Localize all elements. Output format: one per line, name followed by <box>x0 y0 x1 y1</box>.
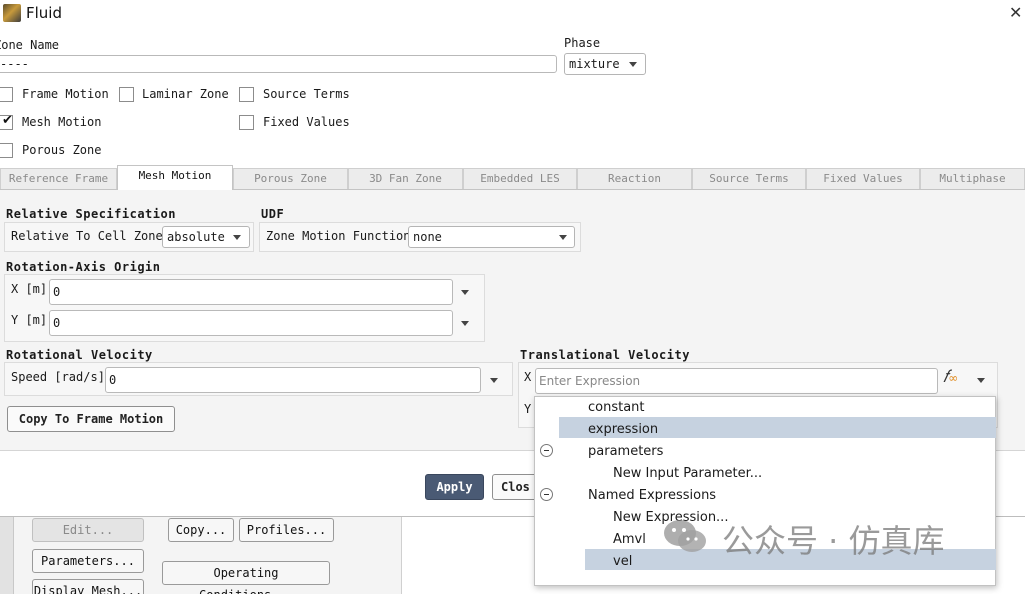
tab-source-terms[interactable]: Source Terms <box>692 168 806 189</box>
phase-value: mixture <box>569 57 620 71</box>
speed-input[interactable]: 0 <box>105 367 481 393</box>
app-logo-icon <box>3 4 21 22</box>
trans-x-dropdown-icon[interactable] <box>977 378 985 383</box>
copy-button[interactable]: Copy... <box>168 518 234 542</box>
phase-dropdown[interactable]: mixture <box>564 53 646 75</box>
laminar-zone-label: Laminar Zone <box>142 87 229 101</box>
origin-x-input[interactable]: 0 <box>49 279 453 305</box>
relative-to-cell-zone-dropdown[interactable]: absolute <box>162 226 250 248</box>
chevron-down-icon <box>629 62 637 67</box>
edit-button[interactable]: Edit... <box>32 518 144 542</box>
window-title: Fluid <box>26 4 62 22</box>
fx-icon[interactable]: 𝑓∞ <box>943 367 958 387</box>
zone-motion-function-value: none <box>413 230 442 244</box>
menu-item-new-input-parameter[interactable]: New Input Parameter... <box>613 466 762 481</box>
menu-item-parameters[interactable]: parameters <box>588 444 663 459</box>
source-terms-label: Source Terms <box>263 87 350 101</box>
zone-motion-function-dropdown[interactable]: none <box>408 226 575 248</box>
tab-fixed-values[interactable]: Fixed Values <box>806 168 920 189</box>
zone-name-label: Zone Name <box>0 38 60 52</box>
collapse-icon[interactable] <box>540 444 553 457</box>
frame-motion-checkbox[interactable] <box>0 87 13 102</box>
menu-item-amvl[interactable]: Amvl <box>613 532 646 547</box>
copy-to-frame-motion-button[interactable]: Copy To Frame Motion <box>7 406 175 432</box>
origin-x-label: X [m] <box>11 282 48 296</box>
menu-item-vel[interactable]: vel <box>613 554 632 569</box>
apply-button[interactable]: Apply <box>425 474 484 500</box>
relative-spec-group: Relative To Cell Zone absolute <box>4 222 254 252</box>
rotation-axis-origin-group: X [m] 0 Y [m] 0 <box>4 274 485 342</box>
frame-motion-label: Frame Motion <box>22 87 109 101</box>
laminar-zone-checkbox[interactable] <box>119 87 134 102</box>
parameters-button[interactable]: Parameters... <box>32 549 144 573</box>
rotational-velocity-heading: Rotational Velocity <box>6 348 153 362</box>
trans-y-label: Y <box>524 402 532 416</box>
phase-label: Phase <box>564 36 601 50</box>
source-terms-checkbox[interactable] <box>239 87 254 102</box>
origin-y-label: Y [m] <box>11 313 48 327</box>
relative-spec-heading: Relative Specification <box>6 207 176 221</box>
wechat-logo-icon <box>664 520 706 552</box>
tab-reference-frame[interactable]: Reference Frame <box>0 168 117 189</box>
tab-embedded-les[interactable]: Embedded LES <box>463 168 577 189</box>
menu-item-named-expressions[interactable]: Named Expressions <box>588 488 716 503</box>
rotational-velocity-group: Speed [rad/s] 0 <box>4 362 513 396</box>
speed-label: Speed [rad/s] <box>11 370 105 384</box>
tab-multiphase[interactable]: Multiphase <box>920 168 1025 189</box>
origin-y-input[interactable]: 0 <box>49 310 453 336</box>
close-icon[interactable]: ✕ <box>1009 3 1022 22</box>
watermark-text: 公众号 · 仿真库 <box>722 522 945 560</box>
fixed-values-checkbox[interactable] <box>239 115 254 130</box>
zone-name-input[interactable]: ---- <box>0 55 557 73</box>
chevron-down-icon <box>559 235 567 240</box>
tab-reaction[interactable]: Reaction <box>577 168 692 189</box>
operating-conditions-button[interactable]: Operating Conditions... <box>162 561 330 594</box>
tab-porous-zone[interactable]: Porous Zone <box>233 168 348 189</box>
fixed-values-label: Fixed Values <box>263 115 350 129</box>
checkmark-icon: ✔ <box>2 113 13 128</box>
display-mesh-button[interactable]: Display Mesh... <box>32 579 144 594</box>
udf-heading: UDF <box>261 207 285 221</box>
relative-to-cell-zone-label: Relative To Cell Zone <box>11 229 163 243</box>
origin-y-dropdown-icon[interactable] <box>461 321 469 326</box>
trans-x-label: X <box>524 370 532 384</box>
relative-to-cell-zone-value: absolute <box>167 230 225 244</box>
origin-x-dropdown-icon[interactable] <box>461 290 469 295</box>
trans-x-input[interactable]: Enter Expression <box>535 368 938 394</box>
porous-zone-label: Porous Zone <box>22 143 102 157</box>
udf-group: Zone Motion Function none <box>259 222 581 252</box>
mesh-motion-checkbox[interactable]: ✔ <box>0 113 13 130</box>
menu-item-expression[interactable]: expression <box>588 422 658 437</box>
zone-motion-function-label: Zone Motion Function <box>266 229 411 243</box>
tab-3d-fan-zone[interactable]: 3D Fan Zone <box>348 168 463 189</box>
collapse-icon[interactable] <box>540 488 553 501</box>
speed-dropdown-icon[interactable] <box>490 378 498 383</box>
menu-item-constant[interactable]: constant <box>588 400 645 415</box>
profiles-button[interactable]: Profiles... <box>239 518 334 542</box>
background-panel: Edit... Copy... Profiles... Parameters..… <box>14 515 402 594</box>
rotation-axis-origin-heading: Rotation-Axis Origin <box>6 260 161 274</box>
translational-velocity-heading: Translational Velocity <box>520 348 690 362</box>
title-bar: Fluid ✕ <box>0 0 1025 28</box>
tab-mesh-motion[interactable]: Mesh Motion <box>117 165 233 190</box>
chevron-down-icon <box>233 235 241 240</box>
background-left-strip <box>0 515 14 594</box>
mesh-motion-label: Mesh Motion <box>22 115 102 129</box>
porous-zone-checkbox[interactable] <box>0 143 13 158</box>
